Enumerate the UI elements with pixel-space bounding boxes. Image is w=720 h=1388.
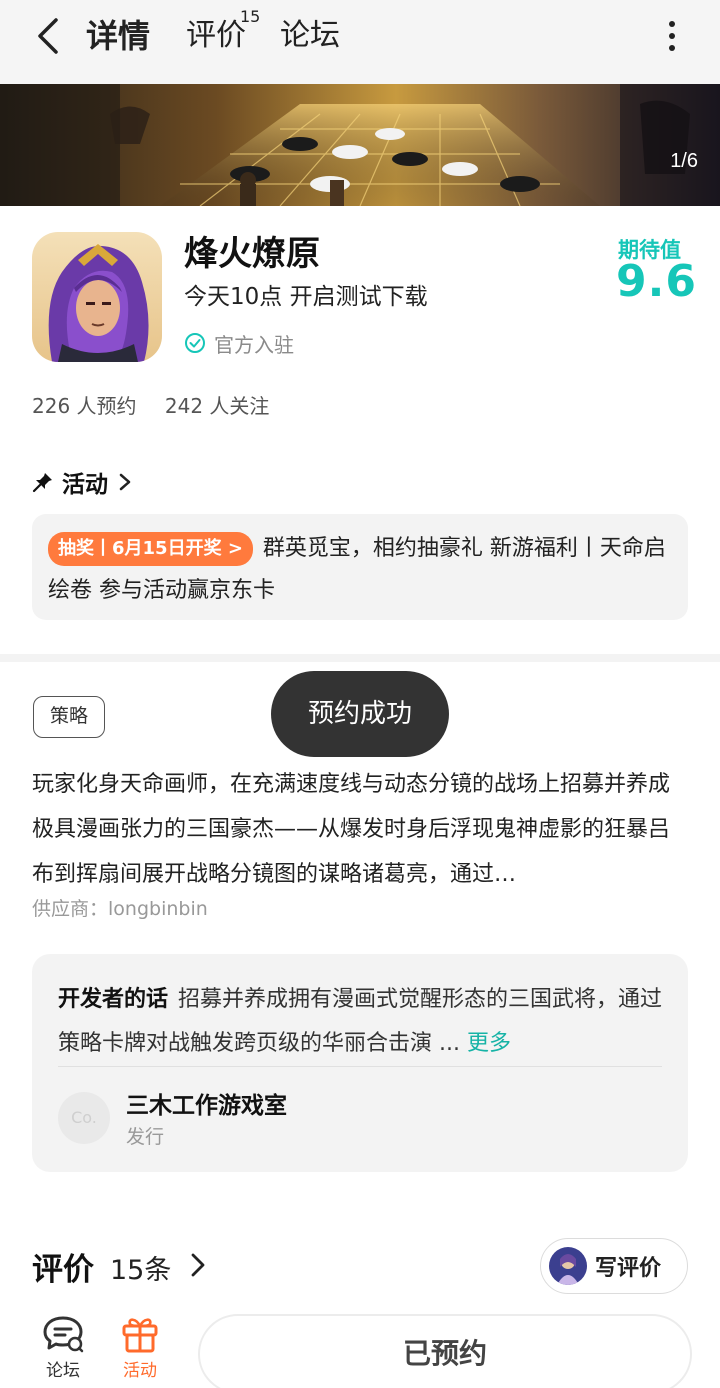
developer-words: 开发者的话 招募并养成拥有漫画式觉醒形态的三国武将，通过策略卡牌对战触发跨页级的华… xyxy=(58,978,668,1066)
more-link[interactable]: 更多 xyxy=(467,1031,511,1056)
tab-forum[interactable]: 论坛 xyxy=(280,14,340,58)
activity-content: 抽奖丨6月15日开奖 > 群英觅宝，相约抽豪礼 新游福利丨天命启绘卷 参与活动赢京… xyxy=(48,528,672,612)
banner-carousel[interactable]: 1/6 xyxy=(0,84,720,206)
section-divider xyxy=(0,654,720,662)
top-navigation: 详情 评价 15 论坛 xyxy=(0,0,720,84)
tab-review-label: 评价 xyxy=(186,18,246,53)
follow-count: 242 人关注 xyxy=(164,394,270,418)
game-stats: 226 人预约 242 人关注 xyxy=(32,390,291,419)
activity-section-header[interactable]: 活动 xyxy=(32,466,132,498)
bottom-bar: 论坛 活动 已预约 xyxy=(0,1306,720,1388)
verified-check-icon xyxy=(185,333,205,353)
expectation-score: 9.6 xyxy=(616,256,697,307)
reserved-button[interactable]: 已预约 xyxy=(198,1314,692,1388)
developer-avatar[interactable]: Co. xyxy=(58,1092,110,1144)
banner-page-indicator: 1/6 xyxy=(670,150,698,172)
game-release-info: 今天10点 开启测试下载 xyxy=(184,284,428,310)
forum-chat-icon xyxy=(43,1316,84,1353)
developer-role: 发行 xyxy=(126,1126,165,1148)
supplier-info: 供应商：longbinbin xyxy=(32,898,208,920)
game-description[interactable]: 玩家化身天命画师，在充满速度线与动态分镜的战场上招募并养成极具漫画张力的三国豪杰… xyxy=(32,762,688,897)
chevron-right-icon[interactable] xyxy=(190,1252,206,1278)
tab-forum-label: 论坛 xyxy=(280,18,340,53)
developer-card[interactable]: 开发者的话 招募并养成拥有漫画式觉醒形态的三国武将，通过策略卡牌对战触发跨页级的华… xyxy=(32,954,688,1172)
activity-card[interactable]: 抽奖丨6月15日开奖 > 群英觅宝，相约抽豪礼 新游福利丨天命启绘卷 参与活动赢京… xyxy=(32,514,688,620)
activity-title: 活动 xyxy=(62,472,108,498)
developer-words-label: 开发者的话 xyxy=(58,987,169,1012)
developer-name[interactable]: 三木工作游戏室 xyxy=(126,1086,287,1120)
banner-image xyxy=(0,84,720,206)
tab-review[interactable]: 评价 15 xyxy=(186,8,260,58)
reservation-count: 226 人预约 xyxy=(32,394,137,418)
reviews-title[interactable]: 评价 xyxy=(32,1244,94,1289)
review-count-badge: 15 xyxy=(240,7,261,26)
back-arrow-icon[interactable] xyxy=(30,14,70,58)
user-avatar xyxy=(549,1247,587,1285)
official-badge: 官方入驻 xyxy=(184,328,294,358)
bottom-forum-button[interactable]: 论坛 xyxy=(33,1314,93,1381)
write-review-button[interactable]: 写评价 xyxy=(540,1238,688,1294)
tab-detail[interactable]: 详情 xyxy=(82,14,155,58)
tab-detail-label: 详情 xyxy=(86,17,151,55)
bottom-forum-label: 论坛 xyxy=(46,1361,80,1381)
reviews-count[interactable]: 15条 xyxy=(110,1248,171,1287)
game-icon xyxy=(32,232,162,362)
lottery-badge: 抽奖丨6月15日开奖 > xyxy=(48,532,253,566)
official-label: 官方入驻 xyxy=(214,332,294,357)
write-review-label: 写评价 xyxy=(595,1256,662,1281)
game-title: 烽火燎原 xyxy=(184,234,320,274)
more-options-icon[interactable] xyxy=(660,18,684,54)
bottom-activity-button[interactable]: 活动 xyxy=(110,1314,170,1381)
card-divider xyxy=(58,1066,662,1067)
gift-icon xyxy=(122,1318,158,1353)
pin-icon xyxy=(32,473,52,493)
genre-tag[interactable]: 策略 xyxy=(33,696,105,738)
bottom-activity-label: 活动 xyxy=(123,1361,157,1381)
chevron-right-icon xyxy=(119,473,131,491)
toast-message: 预约成功 xyxy=(271,671,449,757)
